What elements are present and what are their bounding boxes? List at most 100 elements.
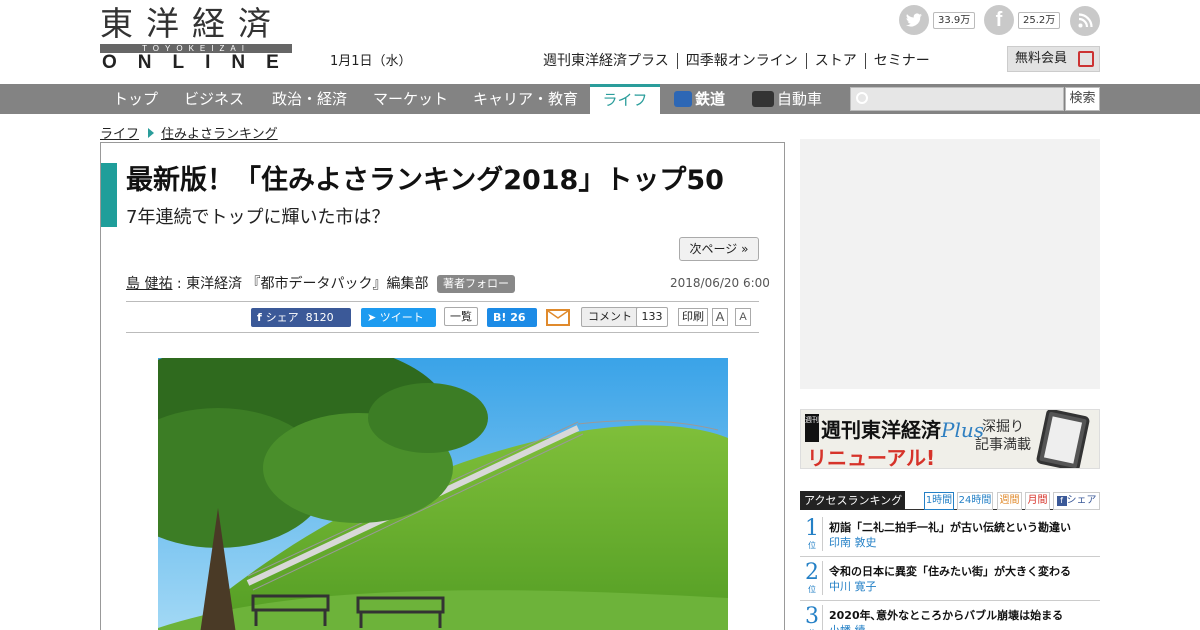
facebook-icon: f — [984, 5, 1014, 35]
logo-online: ONLINE — [102, 52, 300, 73]
tweet-button[interactable]: ➤ ツイート — [361, 308, 436, 327]
ranking-tab-1h[interactable]: 1時間 — [924, 492, 954, 510]
ranking-tab-month[interactable]: 月間 — [1025, 492, 1050, 510]
twitter-count: 33.9万 — [933, 12, 976, 29]
fb-share-count: 8120 — [305, 311, 334, 324]
author-link[interactable]: 島 健祐 — [126, 276, 172, 292]
rank-unit: 位 — [808, 541, 816, 550]
logo-kanji: 東洋経済 — [100, 4, 284, 43]
rank-author[interactable]: 小幡 績 — [829, 622, 866, 630]
site-header: 東洋経済 TOYOKEIZAI ONLINE 1月1日（水） 33.9万 f 2… — [0, 0, 1200, 84]
rss-icon[interactable] — [1070, 6, 1100, 36]
banner-renewal: リニューアル! — [807, 446, 936, 469]
ranking-list: 1 位 初詣「二礼二拍手一礼」が古い伝統という勘違い 印南 敦史 2 位 令和の… — [800, 513, 1100, 630]
article-box: 最新版！「住みよさランキング2018」トップ50 7年連続でトップに輝いた市は？… — [100, 142, 785, 630]
banner-side-text: 深掘り 記事満載 — [975, 419, 1031, 453]
car-icon — [752, 91, 774, 107]
rank-number: 1 — [805, 516, 819, 541]
follow-label: 著者フォロー — [442, 277, 509, 290]
article-photo — [158, 358, 728, 630]
search-button[interactable]: 検索 — [1065, 87, 1100, 111]
ranking-item[interactable]: 1 位 初詣「二礼二拍手一礼」が古い伝統という勘違い 印南 敦史 — [800, 513, 1100, 557]
breadcrumb: ライフ 住みよさランキング — [100, 123, 278, 142]
twitter-icon: ➤ — [367, 311, 380, 324]
hatena-icon: B! — [493, 311, 507, 324]
follow-author-button[interactable]: 著者フォロー — [436, 275, 515, 293]
title-accent-bar — [101, 163, 117, 227]
nav-automobile-label: 自動車 — [777, 90, 823, 108]
rank-headline[interactable]: 2020年､意外なところからバブル崩壊は始まる — [829, 607, 1063, 623]
fb-share-label: シェア — [265, 311, 299, 324]
nav-railway[interactable]: 鉄道 — [674, 84, 725, 114]
search-input[interactable] — [850, 87, 1064, 111]
article-title: 最新版！「住みよさランキング2018」トップ50 — [126, 165, 724, 196]
author-affiliation: : 東洋経済 『都市データパック』編集部 — [176, 276, 429, 292]
rank-author[interactable]: 印南 敦史 — [829, 534, 877, 550]
top-links: 週刊東洋経済プラス 四季報オンライン ストア セミナー — [543, 50, 938, 70]
ranking-item[interactable]: 3 位 2020年､意外なところからバブル崩壊は始まる 小幡 績 — [800, 601, 1100, 630]
nav-market[interactable]: マーケット — [373, 84, 448, 114]
banner-title: 週刊東洋経済Plus — [821, 414, 984, 443]
rank-unit: 位 — [808, 585, 816, 594]
rank-headline[interactable]: 初詣「二礼二拍手一礼」が古い伝統という勘違い — [829, 519, 1071, 535]
rank-number: 2 — [805, 560, 819, 585]
current-date: 1月1日（水） — [330, 54, 412, 69]
free-member-button[interactable]: 無料会員 — [1007, 46, 1100, 72]
nav-life[interactable]: ライフ — [590, 84, 660, 114]
ranking-tab-share[interactable]: f シェア — [1053, 492, 1100, 510]
facebook-count: 25.2万 — [1018, 12, 1061, 29]
link-shikiho[interactable]: 四季報オンライン — [676, 53, 806, 69]
ranking-tab-share-label: シェア — [1066, 495, 1097, 506]
nav-automobile[interactable]: 自動車 — [752, 84, 822, 114]
breadcrumb-ranking[interactable]: 住みよさランキング — [161, 127, 278, 142]
ranking-header: アクセスランキング 1時間 24時間 週間 月間 f シェア — [800, 491, 1100, 510]
next-page-button[interactable]: 次ページ » — [679, 237, 759, 261]
rank-author[interactable]: 中川 寛子 — [829, 578, 877, 594]
hatena-count: 26 — [510, 311, 526, 324]
ranking-tab-24h[interactable]: 24時間 — [957, 492, 993, 510]
breadcrumb-life[interactable]: ライフ — [100, 127, 139, 142]
rank-headline[interactable]: 令和の日本に異変「住みたい街」が大きく変わる — [829, 563, 1071, 579]
facebook-share-button[interactable]: f シェア 8120 — [251, 308, 351, 327]
twitter-icon — [899, 5, 929, 35]
site-logo[interactable]: 東洋経済 TOYOKEIZAI ONLINE — [100, 4, 300, 73]
ranking-item[interactable]: 2 位 令和の日本に異変「住みたい街」が大きく変わる 中川 寛子 — [800, 557, 1100, 601]
chevron-right-icon — [148, 128, 155, 138]
nav-politics-economy[interactable]: 政治・経済 — [272, 84, 347, 114]
gift-icon — [1078, 51, 1094, 67]
hatena-bookmark-button[interactable]: B! 26 — [487, 308, 537, 327]
facebook-icon: f — [257, 311, 266, 324]
nav-career-education[interactable]: キャリア・教育 — [473, 84, 578, 114]
free-member-label: 無料会員 — [1015, 51, 1068, 66]
link-weekly-plus[interactable]: 週刊東洋経済プラス — [543, 53, 677, 69]
link-seminar[interactable]: セミナー — [864, 53, 938, 69]
banner-title-text: 週刊東洋経済 — [821, 418, 941, 442]
train-icon — [674, 91, 692, 107]
publish-date: 2018/06/20 6:00 — [670, 276, 770, 290]
facebook-icon: f — [1056, 496, 1067, 506]
rank-divider — [822, 561, 823, 595]
weekly-plus-banner[interactable]: 週刊 週刊東洋経済Plus リニューアル! 深掘り 記事満載 — [800, 409, 1100, 469]
print-button[interactable]: 印刷 — [678, 308, 708, 326]
nav-top[interactable]: トップ — [113, 84, 158, 114]
font-size-small-button[interactable]: A — [712, 308, 728, 326]
comment-button[interactable]: コメント — [581, 307, 639, 327]
comment-count: 133 — [636, 307, 668, 327]
font-size-large-button[interactable]: A — [735, 308, 751, 326]
link-store[interactable]: ストア — [805, 53, 865, 69]
banner-tag: 週刊 — [805, 414, 819, 442]
phone-icon — [1035, 410, 1091, 468]
mail-icon[interactable] — [546, 309, 570, 326]
ranking-tab-week[interactable]: 週間 — [997, 492, 1022, 510]
ad-placeholder[interactable] — [800, 139, 1100, 389]
tweet-label: ツイート — [379, 311, 424, 324]
ranking-title: アクセスランキング — [800, 491, 905, 510]
search-icon — [856, 92, 868, 104]
tweet-list-link[interactable]: 一覧 — [444, 307, 478, 326]
rank-divider — [822, 605, 823, 630]
share-bar: f シェア 8120 ➤ ツイート 一覧 B! 26 コメント 133 印刷 A… — [126, 301, 759, 333]
article-subtitle: 7年連続でトップに輝いた市は？ — [126, 207, 390, 228]
nav-railway-label: 鉄道 — [695, 90, 726, 108]
nav-business[interactable]: ビジネス — [184, 84, 244, 114]
rank-divider — [822, 517, 823, 551]
